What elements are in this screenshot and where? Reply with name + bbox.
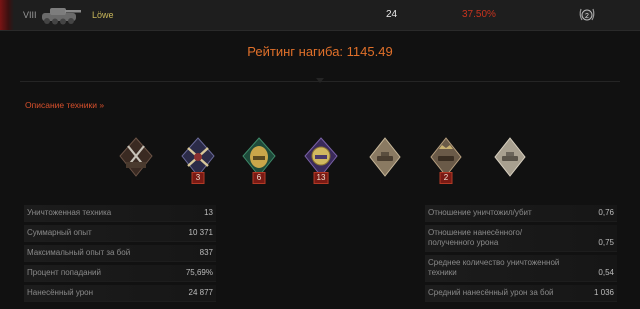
- battles-count: 24: [386, 9, 398, 20]
- medal-green-tank[interactable]: 6: [241, 136, 277, 184]
- stat-value: 75,69%: [185, 268, 213, 277]
- tank-tier: VIII: [23, 10, 37, 20]
- stat-label: Уничтоженная техника: [27, 208, 112, 217]
- stat-row: Суммарный опыт 10 371: [24, 225, 216, 242]
- medal-count: 2: [439, 172, 453, 184]
- stat-label: Максимальный опыт за бой: [27, 248, 131, 257]
- mastery-level: 2: [585, 13, 589, 20]
- medal-mastery-class-2[interactable]: 2: [428, 136, 464, 184]
- tank-icon: [42, 8, 81, 25]
- stat-label: Нанесённый урон: [27, 288, 94, 297]
- stat-label: Процент попаданий: [27, 268, 101, 277]
- row-highlight: [0, 0, 14, 30]
- stat-value: 24 877: [188, 288, 213, 297]
- tank-name[interactable]: Löwe: [92, 10, 114, 20]
- divider-notch-icon: [316, 78, 324, 83]
- stat-row: Нанесённый урон 24 877: [24, 285, 216, 302]
- stat-value: 13: [204, 208, 213, 217]
- stats-right: Отношение уничтожил/убит 0,76 Отношение …: [425, 205, 617, 305]
- medal-count: 13: [313, 172, 329, 184]
- crossed-swords-medal-icon: [119, 137, 153, 177]
- stat-row: Средний нанесённый урон за бой 1 036: [425, 285, 617, 302]
- mastery-class-3-icon: [369, 137, 401, 177]
- stat-row: Отношение уничтожил/убит 0,76: [425, 205, 617, 222]
- medal-mastery-class-1[interactable]: [492, 136, 528, 180]
- rating-title: Рейтинг нагиба: 1145.49: [247, 44, 393, 59]
- stat-value: 0,75: [598, 238, 614, 247]
- stat-value: 1 036: [593, 288, 614, 297]
- medal-crossed-cannons[interactable]: 3: [180, 136, 216, 184]
- stat-row: Отношение нанесённого/полученного урона …: [425, 225, 617, 252]
- stats-left: Уничтоженная техника 13 Суммарный опыт 1…: [24, 205, 216, 305]
- stat-value: 837: [199, 248, 213, 257]
- stat-label: Среднее количество уничтоженной техники: [428, 258, 560, 277]
- stat-value: 10 371: [188, 228, 213, 237]
- stat-value: 0,76: [598, 208, 614, 217]
- medal-mastery-class-3[interactable]: [367, 136, 403, 180]
- stat-label: Отношение уничтожил/убит: [428, 208, 532, 217]
- stat-label: Отношение нанесённого/полученного урона: [428, 228, 523, 247]
- stat-row: Максимальный опыт за бой 837: [24, 245, 216, 262]
- win-rate: 37.50%: [462, 9, 496, 20]
- stat-row: Процент попаданий 75,69%: [24, 265, 216, 282]
- medal-count: 6: [252, 172, 266, 184]
- stat-label: Суммарный опыт: [27, 228, 92, 237]
- vehicle-description-link[interactable]: Описание техники »: [25, 100, 104, 110]
- medal-crossed-swords[interactable]: [118, 136, 154, 180]
- medal-purple-tank[interactable]: 13: [303, 136, 339, 184]
- stat-label: Средний нанесённый урон за бой: [428, 288, 554, 297]
- tank-row[interactable]: VIII Löwe 24 37.50% 2: [0, 0, 640, 31]
- mastery-class-1-icon: [494, 137, 526, 177]
- stat-row: Уничтоженная техника 13: [24, 205, 216, 222]
- mastery-badge-icon: 2: [579, 8, 595, 21]
- stat-row: Среднее количество уничтоженной техники …: [425, 255, 617, 282]
- stat-value: 0,54: [598, 268, 614, 277]
- medal-count: 3: [191, 172, 205, 184]
